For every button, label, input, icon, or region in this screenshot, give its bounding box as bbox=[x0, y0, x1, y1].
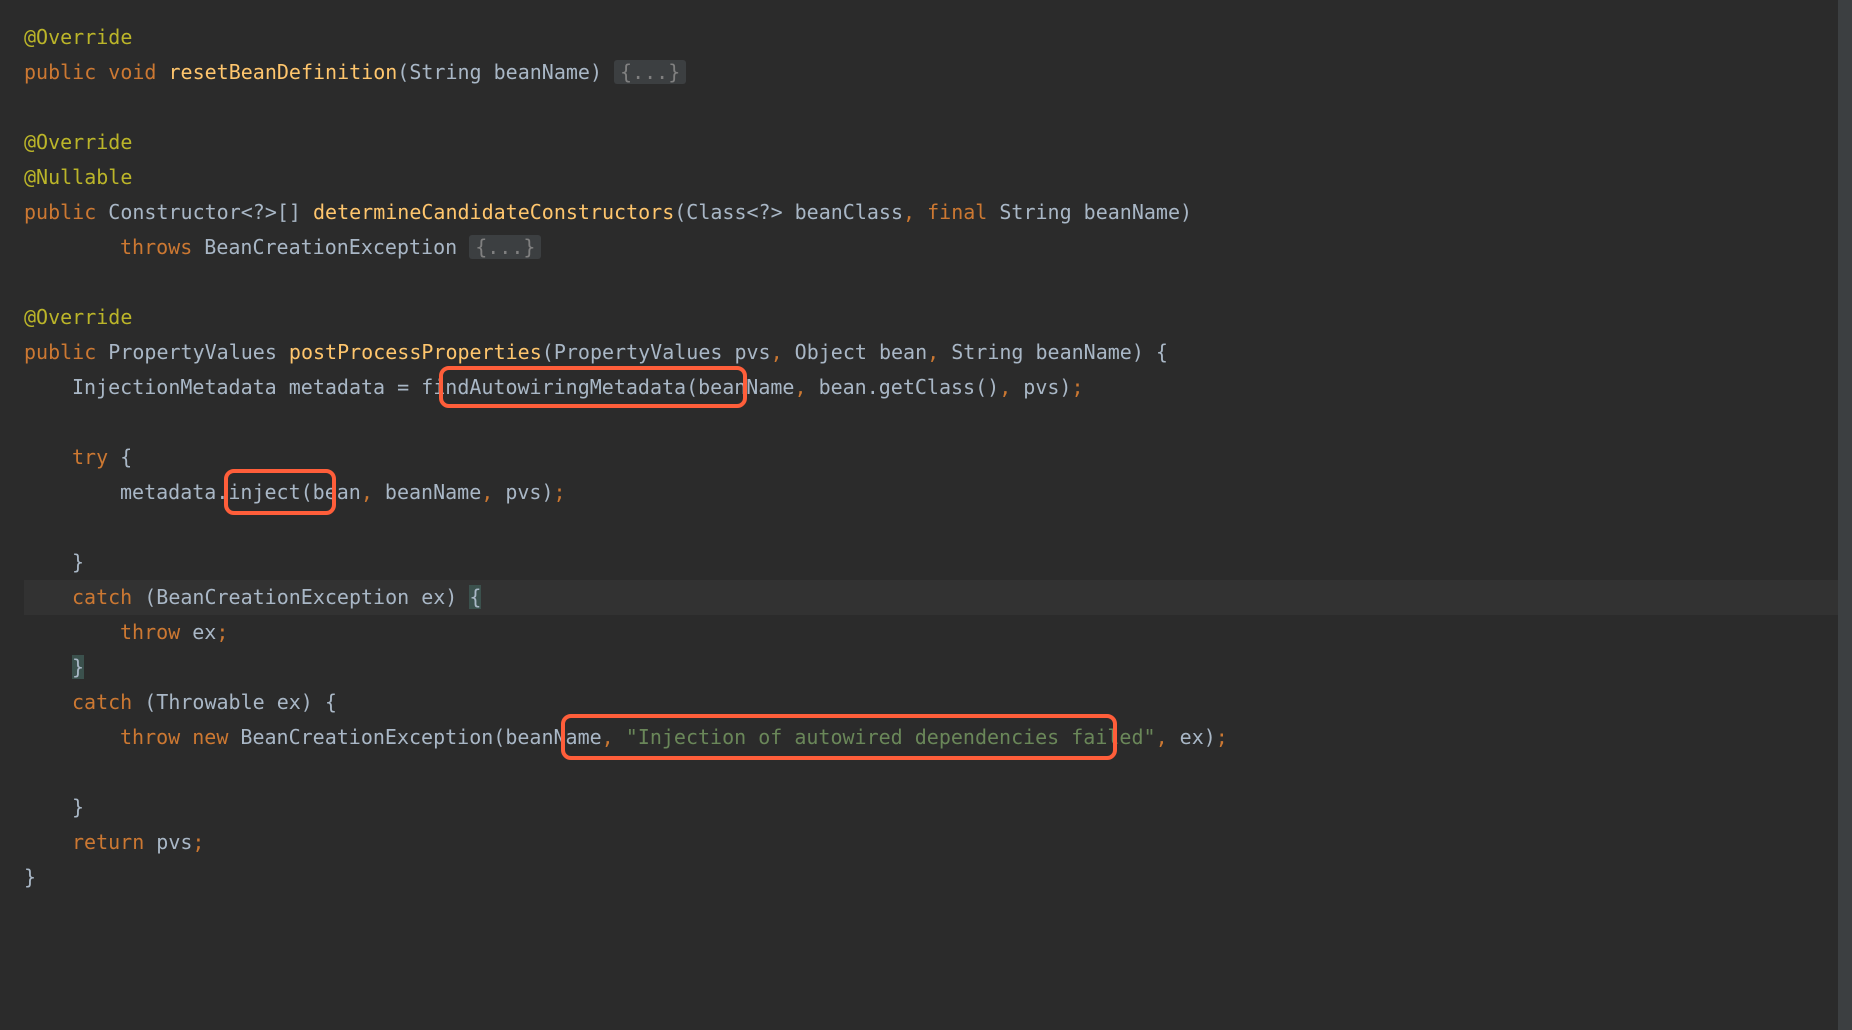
code-line: public PropertyValues postProcessPropert… bbox=[24, 335, 1852, 370]
brace-match: } bbox=[72, 655, 84, 679]
annotation-override: @Override bbox=[24, 25, 132, 49]
code-line: @Override bbox=[24, 300, 1852, 335]
code-line: try { bbox=[24, 440, 1852, 475]
code-line: InjectionMetadata metadata = findAutowir… bbox=[24, 370, 1852, 440]
code-line: } bbox=[24, 790, 1852, 825]
code-line: metadata.inject(bean, beanName, pvs); bbox=[24, 475, 1852, 545]
code-line: throw new BeanCreationException(beanName… bbox=[24, 720, 1852, 790]
code-editor[interactable]: @Override public void resetBeanDefinitio… bbox=[24, 20, 1852, 895]
blank-line bbox=[24, 265, 1852, 300]
scrollbar[interactable] bbox=[1838, 0, 1852, 1030]
annotation-nullable: @Nullable bbox=[24, 165, 132, 189]
annotation-override: @Override bbox=[24, 130, 132, 154]
code-line: @Override bbox=[24, 20, 1852, 55]
annotation-override: @Override bbox=[24, 305, 132, 329]
code-line: } bbox=[24, 545, 1852, 580]
code-line: catch (Throwable ex) { bbox=[24, 685, 1852, 720]
code-line: @Nullable bbox=[24, 160, 1852, 195]
folded-block[interactable]: {...} bbox=[469, 235, 541, 259]
code-line: public Constructor<?>[] determineCandida… bbox=[24, 195, 1852, 230]
code-line: } bbox=[24, 650, 1852, 685]
code-line: throw ex; bbox=[24, 615, 1852, 650]
code-line: return pvs; bbox=[24, 825, 1852, 860]
code-line: throws BeanCreationException {...} bbox=[24, 230, 1852, 265]
code-line: @Override bbox=[24, 125, 1852, 160]
brace-match: { bbox=[469, 585, 481, 609]
folded-block[interactable]: {...} bbox=[614, 60, 686, 84]
code-line: public void resetBeanDefinition(String b… bbox=[24, 55, 1852, 90]
code-line: catch (BeanCreationException ex) { bbox=[24, 580, 1852, 615]
blank-line bbox=[24, 90, 1852, 125]
code-line: } bbox=[24, 860, 1852, 895]
